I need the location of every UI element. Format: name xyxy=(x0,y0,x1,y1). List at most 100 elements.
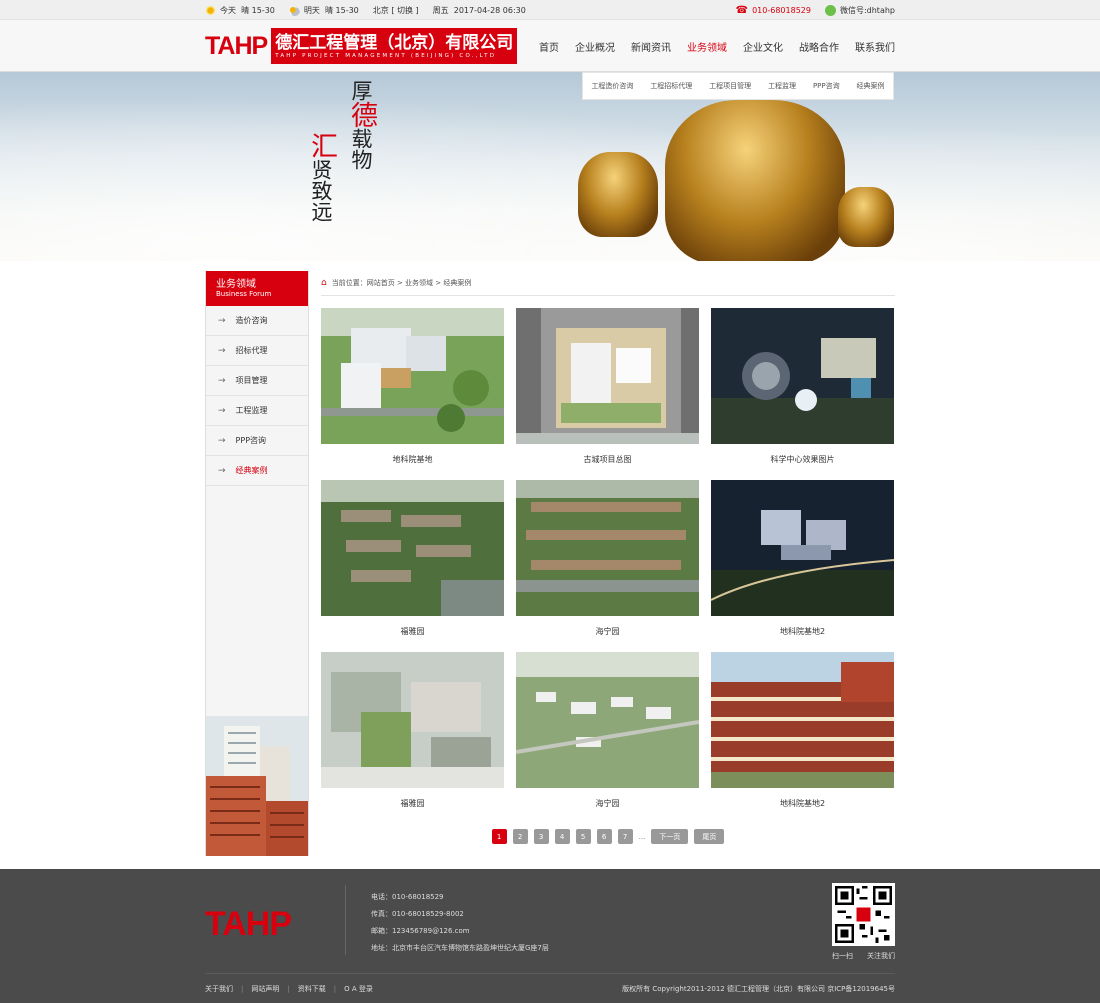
page-button-1[interactable]: 1 xyxy=(491,829,507,844)
subnav-item-4[interactable]: PPP咨询 xyxy=(813,81,840,91)
page-button-6[interactable]: 6 xyxy=(596,829,612,844)
case-photo[interactable] xyxy=(321,480,504,616)
last-page-button[interactable]: 尾页 xyxy=(694,829,725,844)
case-photo[interactable] xyxy=(516,480,699,616)
nav-item-6[interactable]: 联系我们 xyxy=(855,39,895,54)
page-button-2[interactable]: 2 xyxy=(512,829,528,844)
footer-link-separator: | xyxy=(287,984,290,993)
arrow-right-icon: → xyxy=(218,345,226,356)
case-caption[interactable]: 福雅园 xyxy=(321,626,504,637)
logo-company-name-en: TAHP PROJECT MANAGEMENT (BEIJING) CO.,LT… xyxy=(275,52,497,59)
subnav-item-3[interactable]: 工程监理 xyxy=(768,81,796,91)
case-card[interactable]: 古城项目总图 xyxy=(516,308,699,480)
breadcrumb-item-0[interactable]: 网站首页 xyxy=(367,279,395,287)
datetime: 2017-04-28 06:30 xyxy=(453,5,526,15)
subnav-item-5[interactable]: 经典案例 xyxy=(856,81,884,91)
breadcrumb: ⌂ 当前位置： 网站首页 > 业务领域 > 经典案例 xyxy=(321,271,895,296)
breadcrumb-item-2: 经典案例 xyxy=(443,279,472,287)
case-caption[interactable]: 地科院基地2 xyxy=(711,626,894,637)
case-photo[interactable] xyxy=(711,308,894,444)
case-photo[interactable] xyxy=(516,652,699,788)
qr-code-icon xyxy=(835,886,892,943)
footer-link-2[interactable]: 资料下载 xyxy=(298,985,326,993)
subnav-item-2[interactable]: 工程项目管理 xyxy=(709,81,751,91)
logo-box: 德汇工程管理（北京）有限公司 TAHP PROJECT MANAGEMENT (… xyxy=(271,28,518,64)
nav-item-4[interactable]: 企业文化 xyxy=(743,39,783,54)
subnav-item-0[interactable]: 工程造价咨询 xyxy=(591,81,633,91)
case-photo[interactable] xyxy=(711,480,894,616)
sidebar-item-2[interactable]: → 项目管理 xyxy=(206,366,308,396)
case-card[interactable]: 地科院基地2 xyxy=(711,480,894,652)
qr-follow-label: 关注我们 xyxy=(867,952,895,960)
top-phone: 010-68018529 xyxy=(752,5,811,15)
case-card[interactable]: 科学中心效果图片 xyxy=(711,308,894,480)
breadcrumb-separator: > xyxy=(433,279,444,287)
footer-link-1[interactable]: 网站声明 xyxy=(251,985,279,993)
tomorrow-weather: 晴 15-30 xyxy=(324,5,359,15)
arrow-right-icon: → xyxy=(218,315,226,326)
top-bar: 今天 晴 15-30 明天 晴 15-30 北京 [ 切换 ] 周五 2017-… xyxy=(0,0,1100,20)
breadcrumb-item-1[interactable]: 业务领域 xyxy=(405,279,433,287)
slogan-char: 致 xyxy=(309,180,333,201)
sidebar-item-label: 工程监理 xyxy=(235,406,268,415)
case-photo[interactable] xyxy=(321,308,504,444)
nav-item-5[interactable]: 战略合作 xyxy=(799,39,839,54)
case-caption[interactable]: 地科院基地2 xyxy=(711,798,894,809)
city-switch-link[interactable]: [ 切换 ] xyxy=(391,5,418,16)
case-card[interactable]: 福雅园 xyxy=(321,652,504,824)
sidebar-item-label: 招标代理 xyxy=(235,346,268,355)
sidebar-item-1[interactable]: → 招标代理 xyxy=(206,336,308,366)
sidebar-item-0[interactable]: → 造价咨询 xyxy=(206,306,308,336)
page-button-5[interactable]: 5 xyxy=(575,829,591,844)
case-caption[interactable]: 地科院基地 xyxy=(321,454,504,465)
home-icon: ⌂ xyxy=(321,278,327,288)
nav-item-3[interactable]: 业务领域 xyxy=(687,39,727,54)
sidebar-item-3[interactable]: → 工程监理 xyxy=(206,396,308,426)
main-panel: ⌂ 当前位置： 网站首页 > 业务领域 > 经典案例 地科院基地 古城项目总图 科学… xyxy=(309,271,895,856)
next-page-button[interactable]: 下一页 xyxy=(651,829,689,844)
case-photo[interactable] xyxy=(711,652,894,788)
site-logo[interactable]: TAHP 德汇工程管理（北京）有限公司 TAHP PROJECT MANAGEM… xyxy=(205,28,518,64)
nav-item-2[interactable]: 新闻资讯 xyxy=(631,39,671,54)
case-photo[interactable] xyxy=(516,308,699,444)
slogan-char: 汇 xyxy=(306,132,337,159)
footer-link-0[interactable]: 关于我们 xyxy=(205,985,233,993)
sidebar-item-5[interactable]: → 经典案例 xyxy=(206,456,308,486)
footer-link-3[interactable]: O A 登录 xyxy=(344,985,373,993)
sidebar-title-en: Business Forum xyxy=(216,290,272,298)
page-button-7[interactable]: 7 xyxy=(617,829,633,844)
footer-phone: 电话：010-68018529 xyxy=(371,893,444,901)
footer-email: 邮箱：123456789@126.com xyxy=(371,927,470,935)
case-caption[interactable]: 福雅园 xyxy=(321,798,504,809)
slogan-char: 远 xyxy=(309,201,333,222)
case-card[interactable]: 地科院基地 xyxy=(321,308,504,480)
weather-today: 今天 晴 15-30 xyxy=(205,4,275,16)
case-photo[interactable] xyxy=(321,652,504,788)
footer-divider xyxy=(345,885,346,955)
case-card[interactable]: 海宁园 xyxy=(516,652,699,824)
hero-banner: 厚德载物 汇贤致远 xyxy=(0,72,1100,261)
subnav-item-1[interactable]: 工程招标代理 xyxy=(650,81,692,91)
sidebar-item-label: PPP咨询 xyxy=(235,436,267,445)
sidebar-item-label: 经典案例 xyxy=(235,466,268,475)
case-card[interactable]: 海宁园 xyxy=(516,480,699,652)
case-caption[interactable]: 古城项目总图 xyxy=(516,454,699,465)
sun-icon xyxy=(205,4,216,16)
main-nav: 首页 企业概况 新闻资讯 业务领域 企业文化 战略合作 联系我们 xyxy=(523,20,895,72)
qr-scan-label: 扫一扫 xyxy=(832,952,853,960)
page-button-3[interactable]: 3 xyxy=(533,829,549,844)
case-card[interactable]: 福雅园 xyxy=(321,480,504,652)
nav-item-1[interactable]: 企业概况 xyxy=(575,39,615,54)
case-caption[interactable]: 科学中心效果图片 xyxy=(711,454,894,465)
nav-item-0[interactable]: 首页 xyxy=(539,39,559,54)
breadcrumb-prefix: 当前位置： xyxy=(331,279,367,287)
sub-nav: 工程造价咨询 工程招标代理 工程项目管理 工程监理 PPP咨询 经典案例 xyxy=(582,72,894,100)
case-caption[interactable]: 海宁园 xyxy=(516,798,699,809)
date-time: 周五 2017-04-28 06:30 xyxy=(433,5,526,16)
pagination: 1 2 3 4 5 6 7... 下一页 尾页 xyxy=(321,829,895,844)
breadcrumb-separator: > xyxy=(394,279,406,287)
page-button-4[interactable]: 4 xyxy=(554,829,570,844)
case-caption[interactable]: 海宁园 xyxy=(516,626,699,637)
sidebar-item-4[interactable]: → PPP咨询 xyxy=(206,426,308,456)
case-card[interactable]: 地科院基地2 xyxy=(711,652,894,824)
